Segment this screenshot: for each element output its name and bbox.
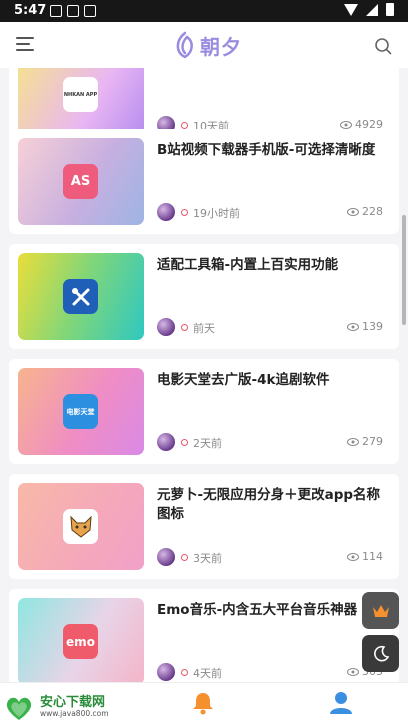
watermark-url: www.java800.com <box>40 708 109 718</box>
image-notification-icon <box>67 5 79 17</box>
author-avatar <box>157 318 175 336</box>
battery-icon <box>386 3 394 16</box>
article-title: B站视频下载器手机版-可选择清晰度 <box>157 142 376 158</box>
view-count-value: 279 <box>362 435 383 448</box>
watermark-heart-logo <box>6 697 32 720</box>
status-bar: 5:47 <box>0 0 408 22</box>
status-dot <box>181 554 188 561</box>
menu-icon[interactable] <box>16 36 36 52</box>
view-count: 114 <box>347 550 383 563</box>
logo-text: 朝夕 <box>200 34 242 59</box>
app-icon: AS <box>63 164 98 199</box>
eye-icon <box>347 667 359 676</box>
app-icon: emo <box>63 624 98 659</box>
crown-icon <box>372 604 389 617</box>
article-card[interactable]: 适配工具箱-内置上百实用功能 前天 139 <box>9 244 399 349</box>
author-avatar <box>157 203 175 221</box>
article-card[interactable]: AS B站视频下载器手机版-可选择清晰度 19小时前 228 <box>9 129 399 234</box>
moon-icon <box>373 645 389 661</box>
scrollbar[interactable] <box>402 215 406 325</box>
wifi-icon <box>344 3 358 16</box>
status-dot <box>181 669 188 676</box>
eye-icon <box>347 552 359 561</box>
eye-icon <box>347 437 359 446</box>
tools-app-icon <box>63 279 98 314</box>
post-time: 前天 <box>193 322 215 335</box>
fox-app-icon <box>63 509 98 544</box>
view-count: 139 <box>347 320 383 333</box>
download-notification-icon <box>84 5 96 17</box>
view-count: 228 <box>347 205 383 218</box>
article-thumbnail: AS <box>18 138 144 225</box>
watermark: 安心下载网 www.java800.com <box>0 690 118 725</box>
author-avatar <box>157 663 175 681</box>
logo-icon <box>176 31 193 59</box>
notification-icon <box>50 5 62 17</box>
article-title: 电影天堂去广版-4k追剧软件 <box>157 372 330 388</box>
eye-icon <box>340 120 352 129</box>
watermark-title: 安心下载网 <box>40 694 106 710</box>
app-logo: 朝夕 <box>172 28 242 62</box>
status-dot <box>181 209 188 216</box>
article-title: 元萝卜-无限应用分身＋更改app名称图标 <box>157 487 381 522</box>
article-thumbnail <box>18 253 144 340</box>
top-bar: 朝夕 <box>0 22 408 68</box>
article-card[interactable]: 元萝卜-无限应用分身＋更改app名称图标 3天前 114 <box>9 474 399 579</box>
status-dot <box>181 439 188 446</box>
article-thumbnail: emo <box>18 598 144 682</box>
notification-icons <box>50 5 96 17</box>
view-count-value: 114 <box>362 550 383 563</box>
search-icon[interactable] <box>374 37 392 55</box>
post-time: 3天前 <box>193 552 222 565</box>
article-thumbnail: NHKAN APP <box>18 68 144 138</box>
article-title: 适配工具箱-内置上百实用功能 <box>157 257 339 273</box>
dark-mode-button[interactable] <box>362 635 399 672</box>
article-thumbnail: 电影天堂 <box>18 368 144 455</box>
vip-button[interactable] <box>362 592 399 629</box>
author-avatar <box>157 548 175 566</box>
article-title: Emo音乐-内含五大平台音乐神器 <box>157 602 358 618</box>
author-avatar <box>157 433 175 451</box>
wrench-icon <box>71 287 89 305</box>
fox-icon <box>69 515 92 538</box>
article-thumbnail <box>18 483 144 570</box>
post-time: 4天前 <box>193 667 222 680</box>
app-icon: NHKAN APP <box>63 77 98 112</box>
article-feed: NHKAN APP 10天前 4929 AS B站视频下载器手机版-可选择清晰度… <box>9 68 399 682</box>
post-time: 2天前 <box>193 437 222 450</box>
bell-icon[interactable] <box>190 690 216 716</box>
eye-icon <box>347 322 359 331</box>
status-dot <box>181 324 188 331</box>
profile-icon[interactable] <box>328 690 354 716</box>
view-count-value: 228 <box>362 205 383 218</box>
status-dot <box>181 122 188 129</box>
view-count: 279 <box>347 435 383 448</box>
app-icon: 电影天堂 <box>63 394 98 429</box>
eye-icon <box>347 207 359 216</box>
status-time: 5:47 <box>14 3 47 18</box>
signal-icon <box>366 3 378 16</box>
status-indicators <box>344 3 394 16</box>
post-time: 19小时前 <box>193 207 240 220</box>
article-card[interactable]: 电影天堂 电影天堂去广版-4k追剧软件 2天前 279 <box>9 359 399 464</box>
article-card[interactable]: emo Emo音乐-内含五大平台音乐神器 4天前 305 <box>9 589 399 682</box>
view-count-value: 139 <box>362 320 383 333</box>
